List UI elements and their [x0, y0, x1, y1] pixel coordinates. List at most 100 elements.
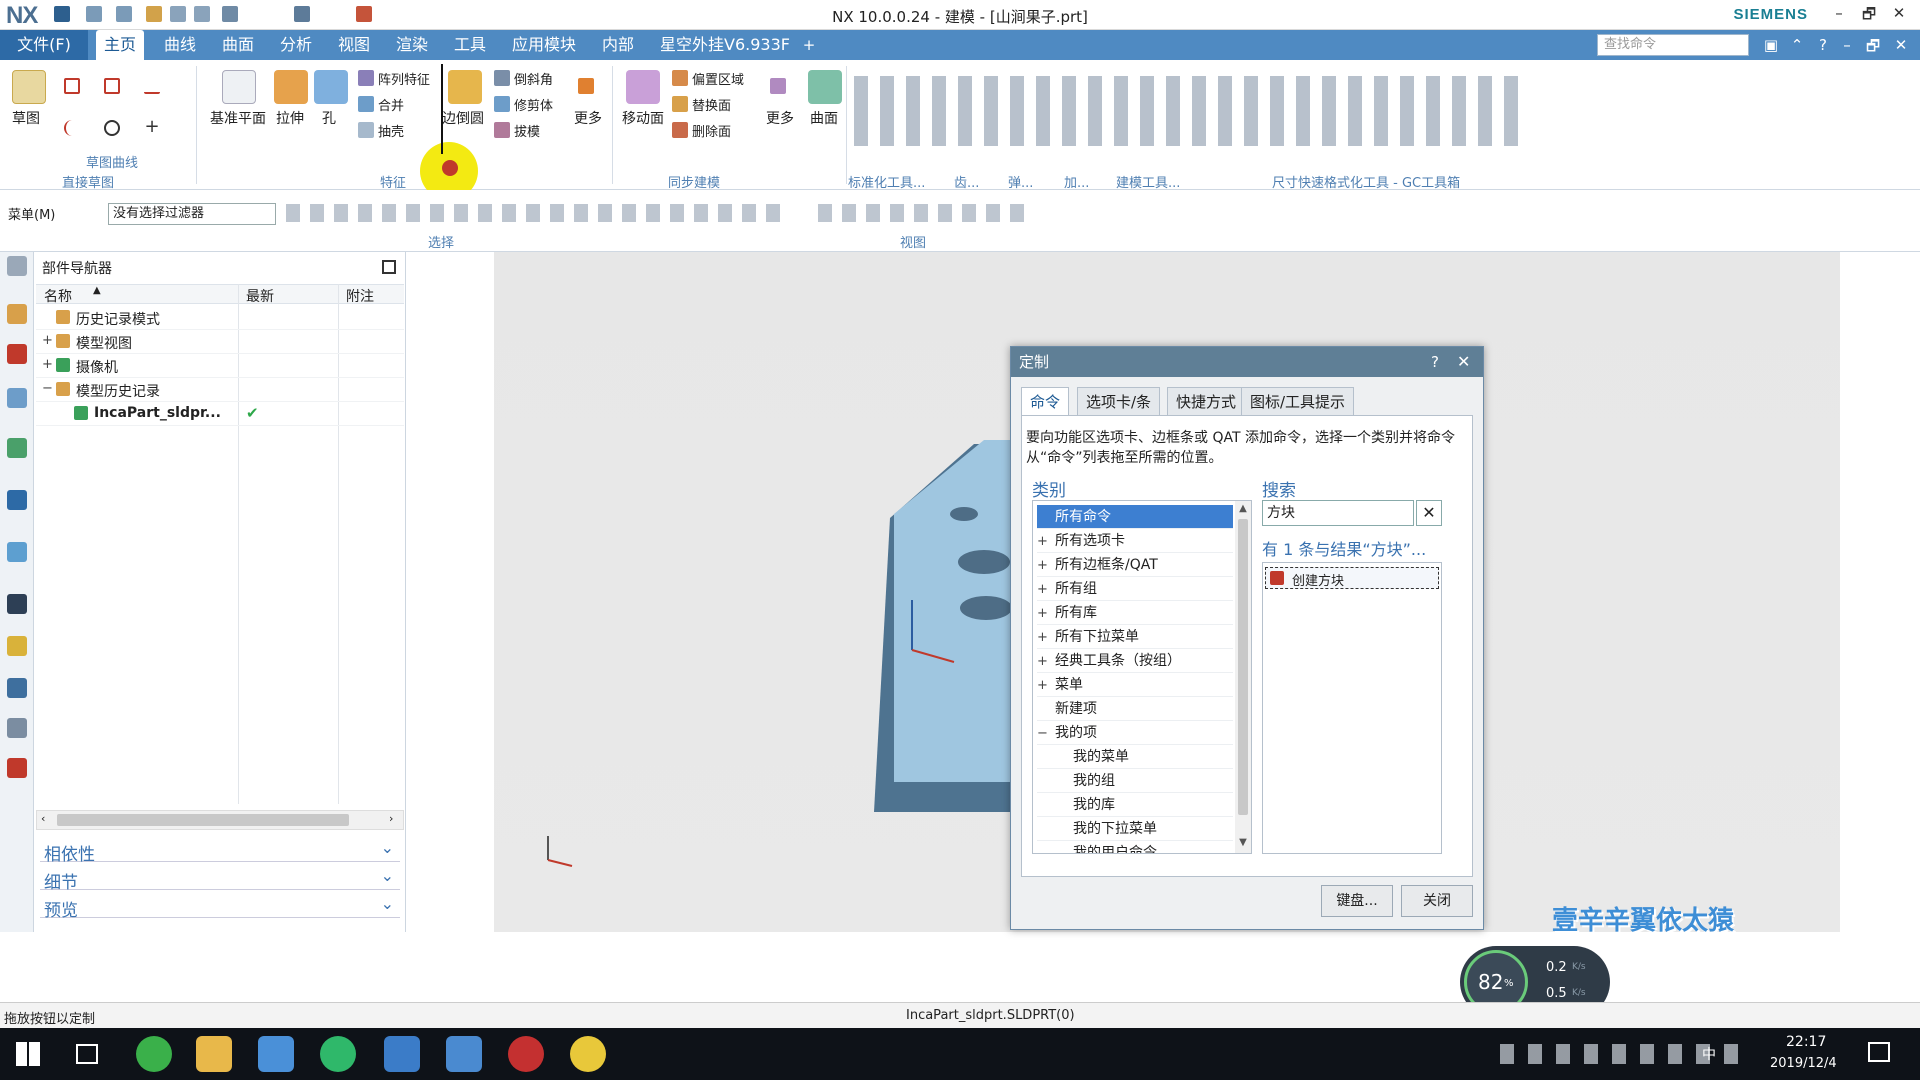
check-icon[interactable] — [56, 358, 70, 372]
profile-icon[interactable] — [64, 78, 80, 94]
command-search-input[interactable]: 查找命令 — [1597, 34, 1749, 56]
control-panel-icon[interactable] — [258, 1036, 294, 1072]
help-icon[interactable]: ? — [1814, 36, 1832, 54]
category-item[interactable]: 新建项 — [1037, 697, 1233, 721]
trim-body-icon[interactable] — [494, 96, 510, 112]
category-item[interactable]: 我的下拉菜单 — [1037, 817, 1233, 841]
part-navigator-icon[interactable] — [7, 388, 27, 408]
tab-surface[interactable]: 曲面 — [214, 30, 262, 60]
nx-alt-icon[interactable] — [446, 1036, 482, 1072]
navigator-hscroll[interactable]: ‹ › — [36, 810, 404, 830]
selection-tool-icons[interactable] — [286, 204, 786, 222]
navigator-row[interactable]: − 模型历史记录 — [36, 378, 404, 402]
tab-tabs-bars[interactable]: 选项卡/条 — [1077, 387, 1161, 415]
start-icon[interactable] — [16, 1042, 40, 1066]
column-notes[interactable]: 附注 — [346, 286, 374, 306]
web-browser-icon[interactable] — [7, 542, 27, 562]
clock-time[interactable]: 22:17 — [1786, 1034, 1826, 1050]
settings-icon[interactable] — [7, 256, 27, 276]
move-face-icon[interactable] — [626, 70, 660, 104]
gc-toolbox-icons[interactable] — [854, 76, 1518, 146]
check-icon[interactable] — [74, 406, 88, 420]
hd3d-icon[interactable] — [7, 490, 27, 510]
help-icon[interactable]: ? — [1431, 347, 1439, 377]
expand-toggle-icon[interactable]: + — [1037, 578, 1051, 602]
panel-details[interactable]: 细节 ⌄ — [40, 864, 400, 893]
chamfer-icon[interactable] — [494, 70, 510, 86]
expand-toggle-icon[interactable]: + — [42, 357, 53, 372]
expand-toggle-icon[interactable]: + — [1037, 626, 1051, 650]
category-item[interactable]: + 所有选项卡 — [1037, 529, 1233, 553]
result-item[interactable]: 创建方块 — [1265, 567, 1439, 589]
fit-icon[interactable]: ▣ — [1762, 36, 1780, 54]
category-item[interactable]: + 菜单 — [1037, 673, 1233, 697]
tab-plugin[interactable]: 星空外挂V6.933F — [652, 30, 798, 60]
navigator-row[interactable]: + 摄像机 — [36, 354, 404, 378]
category-item[interactable]: 我的库 — [1037, 793, 1233, 817]
process-studio-icon[interactable] — [7, 636, 27, 656]
wechat-icon[interactable] — [320, 1036, 356, 1072]
command-results-list[interactable]: 创建方块 — [1262, 562, 1442, 854]
tab-curve[interactable]: 曲线 — [156, 30, 204, 60]
navigator-row[interactable]: IncaPart_sldpr... ✔ — [36, 402, 404, 426]
maximize-panel-icon[interactable] — [382, 260, 396, 274]
pattern-feature-icon[interactable] — [358, 70, 374, 86]
shell-icon[interactable] — [358, 122, 374, 138]
tab-shortcuts[interactable]: 快捷方式 — [1167, 387, 1246, 415]
file-menu-tab[interactable]: 文件(F) — [0, 30, 88, 60]
add-tab-icon[interactable]: + — [800, 36, 818, 54]
tab-analysis[interactable]: 分析 — [272, 30, 320, 60]
node-icon[interactable] — [56, 310, 70, 324]
category-item[interactable]: + 所有边框条/QAT — [1037, 553, 1233, 577]
close-icon[interactable]: ✕ — [1457, 347, 1470, 377]
replace-face-icon[interactable] — [672, 96, 688, 112]
point-icon[interactable]: + — [144, 118, 160, 136]
tab-applications[interactable]: 应用模块 — [504, 30, 584, 60]
chevron-down-icon[interactable]: ⌄ — [381, 866, 394, 885]
column-latest[interactable]: 最新 — [246, 286, 274, 306]
panel-preview[interactable]: 预览 ⌄ — [40, 892, 400, 921]
history-icon[interactable] — [7, 594, 27, 614]
expand-toggle-icon[interactable]: + — [1037, 530, 1051, 554]
node-icon[interactable] — [56, 334, 70, 348]
clear-search-icon[interactable]: ✕ — [1416, 500, 1442, 526]
category-scrollbar[interactable]: ▲ ▼ — [1235, 501, 1251, 853]
expand-toggle-icon[interactable]: + — [1037, 602, 1051, 626]
edge-blend-icon[interactable] — [448, 70, 482, 104]
tab-home[interactable]: 主页 — [96, 30, 145, 60]
doc-restore-icon[interactable]: 🗗 — [1864, 36, 1882, 55]
expand-toggle-icon[interactable]: − — [42, 381, 53, 396]
scroll-up-icon[interactable]: ▲ — [1235, 501, 1251, 517]
dragged-command-icon[interactable] — [442, 160, 458, 176]
category-item[interactable]: 所有命令 — [1037, 505, 1233, 529]
tab-render[interactable]: 渲染 — [388, 30, 436, 60]
expand-toggle-icon[interactable]: + — [1037, 650, 1051, 674]
tab-commands[interactable]: 命令 — [1021, 387, 1070, 415]
palette-icon[interactable] — [7, 758, 27, 778]
search-input[interactable]: 方块 — [1262, 500, 1414, 526]
minimize-button[interactable]: – — [1828, 4, 1850, 24]
circle-icon[interactable] — [104, 120, 120, 136]
view-tool-icons[interactable] — [818, 204, 1030, 222]
scroll-left-icon[interactable]: ‹ — [41, 812, 45, 825]
category-item[interactable]: 我的用户命令 — [1037, 841, 1233, 853]
delete-face-icon[interactable] — [672, 122, 688, 138]
constraint-navigator-icon[interactable] — [7, 344, 27, 364]
scroll-thumb[interactable] — [57, 814, 349, 826]
category-item[interactable]: + 所有组 — [1037, 577, 1233, 601]
column-name[interactable]: 名称 — [44, 286, 72, 306]
close-button[interactable]: 关闭 — [1401, 885, 1473, 917]
doc-minimize-icon[interactable]: – — [1838, 36, 1856, 54]
navigator-row[interactable]: + 模型视图 — [36, 330, 404, 354]
scroll-down-icon[interactable]: ▼ — [1235, 835, 1251, 851]
collapse-ribbon-icon[interactable]: ⌃ — [1788, 36, 1806, 54]
category-item[interactable]: + 经典工具条（按组） — [1037, 649, 1233, 673]
ime-indicator[interactable]: 中 — [1702, 1044, 1716, 1064]
reuse-library-icon[interactable] — [7, 438, 27, 458]
roles-icon[interactable] — [7, 678, 27, 698]
expand-toggle-icon[interactable]: + — [1037, 554, 1051, 578]
browser-icon[interactable] — [136, 1036, 172, 1072]
tab-internal[interactable]: 内部 — [594, 30, 642, 60]
category-list[interactable]: 所有命令 + 所有选项卡 + 所有边框条/QAT + 所有组 + 所有库 + 所有下拉菜单 + 经典工具… — [1032, 500, 1252, 854]
category-item[interactable]: + 所有库 — [1037, 601, 1233, 625]
